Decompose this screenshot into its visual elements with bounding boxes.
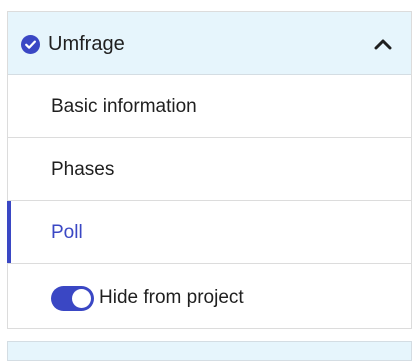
- hide-from-project-label[interactable]: Hide from project: [99, 286, 244, 310]
- active-indicator: [7, 201, 11, 263]
- nav-item-basic-information[interactable]: Basic information: [8, 75, 411, 138]
- next-section-header[interactable]: [7, 341, 412, 361]
- nav-item-label: Poll: [51, 222, 83, 243]
- section-title: Umfrage: [48, 33, 125, 55]
- hide-from-project-toggle[interactable]: [51, 286, 94, 311]
- nav-item-poll[interactable]: Poll: [7, 201, 411, 264]
- chevron-up-icon[interactable]: [373, 37, 393, 51]
- hide-from-project-row: Hide from project: [8, 264, 411, 328]
- toggle-knob: [72, 289, 91, 308]
- section-header[interactable]: Umfrage: [8, 12, 411, 75]
- nav-item-label: Phases: [51, 159, 115, 180]
- check-circle-icon: [21, 35, 40, 54]
- nav-item-label: Basic information: [51, 96, 197, 117]
- project-section-panel: Umfrage Basic information Phases Poll Hi…: [7, 11, 412, 329]
- nav-item-phases[interactable]: Phases: [8, 138, 411, 201]
